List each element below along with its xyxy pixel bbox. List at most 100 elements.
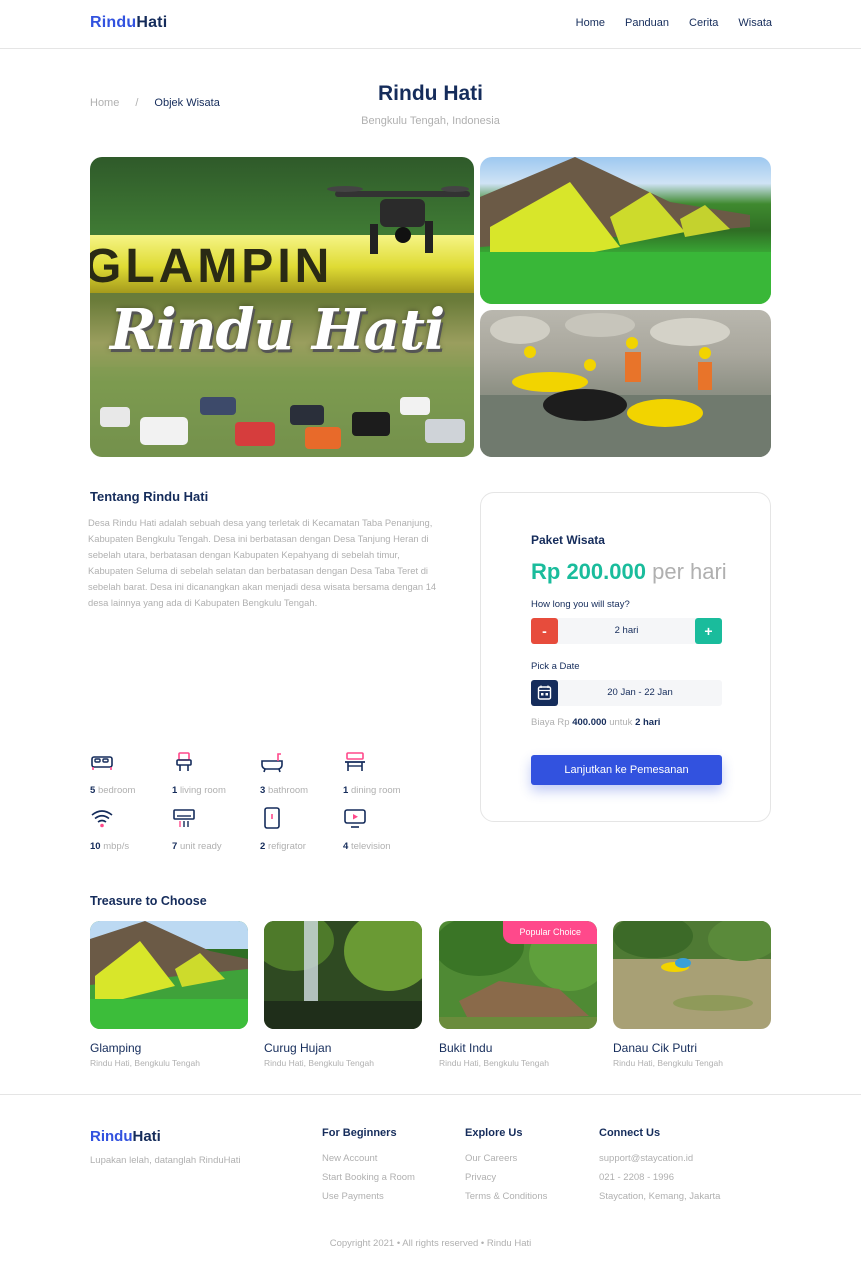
drone-graphic (327, 186, 470, 254)
date-picker[interactable]: 20 Jan - 22 Jan (531, 680, 722, 706)
nav-panduan[interactable]: Panduan (625, 17, 669, 29)
feature-count: 1 (343, 785, 349, 796)
feature-television: 4 television (343, 806, 433, 852)
treasure-name[interactable]: Danau Cik Putri (613, 1041, 771, 1055)
about-title: Tentang Rindu Hati (90, 489, 209, 504)
price-amount: Rp 200.000 (531, 559, 646, 584)
feature-bathroom: 3 bathroom (260, 750, 350, 796)
wifi-icon (91, 810, 113, 828)
treasure-section-title: Treasure to Choose (90, 894, 207, 908)
feature-count: 7 (172, 841, 178, 852)
treasure-card-bukit-indu[interactable]: Popular Choice Bukit Indu Rindu Hati, Be… (439, 921, 597, 1068)
feature-refrigerator: 2 refigrator (260, 806, 350, 852)
feature-ac: 7 unit ready (172, 806, 262, 852)
feature-count: 3 (260, 785, 266, 796)
waterfall-thumbnail (264, 921, 422, 1029)
feature-label: living room (179, 785, 226, 796)
calendar-glyph (537, 685, 552, 700)
calendar-icon[interactable] (531, 680, 558, 706)
booking-price: Rp 200.000 per hari (531, 559, 727, 585)
feature-count: 1 (172, 785, 178, 796)
duration-value[interactable]: 2 hari (558, 618, 695, 644)
tubing-river-image (480, 310, 771, 457)
feature-label: television (350, 841, 391, 852)
sofa-icon (176, 752, 192, 771)
continue-booking-button[interactable]: Lanjutkan ke Pemesanan (531, 755, 722, 785)
feature-count: 5 (90, 785, 96, 796)
glamping-banner-text: GLAMPIN (90, 240, 334, 293)
treasure-card-curug-hujan[interactable]: Curug Hujan Rindu Hati, Bengkulu Tengah (264, 921, 422, 1068)
glamping-thumbnail (90, 921, 248, 1029)
tubing-river-graphic (480, 313, 771, 457)
treasure-card-danau-cik-putri[interactable]: Danau Cik Putri Rindu Hati, Bengkulu Ten… (613, 921, 771, 1068)
feature-count: 2 (260, 841, 266, 852)
booking-title: Paket Wisata (531, 533, 605, 547)
nav-home[interactable]: Home (576, 17, 605, 29)
treasure-location: Rindu Hati, Bengkulu Tengah (613, 1058, 723, 1068)
treasure-name[interactable]: Glamping (90, 1041, 248, 1055)
treasure-card-glamping[interactable]: Glamping Rindu Hati, Bengkulu Tengah (90, 921, 248, 1068)
footer-heading: Explore Us (465, 1127, 523, 1139)
about-description: Desa Rindu Hati adalah sebuah desa yang … (88, 517, 437, 608)
feature-label: bathroom (267, 785, 309, 796)
footer-link-phone[interactable]: 021 - 2208 - 1996 (599, 1172, 720, 1183)
footer-tagline: Lupakan lelah, datanglah RinduHati (90, 1155, 241, 1166)
feature-label: refigrator (267, 841, 306, 852)
footer-link-use-payments[interactable]: Use Payments (322, 1191, 415, 1202)
bed-icon (91, 756, 113, 770)
nav-wisata[interactable]: Wisata (738, 17, 772, 29)
treasure-image[interactable]: Popular Choice (439, 921, 597, 1029)
footer-link-start-booking[interactable]: Start Booking a Room (322, 1172, 415, 1183)
footer-heading: For Beginners (322, 1127, 397, 1139)
feature-bedroom: 5 bedroom (90, 750, 180, 796)
treasure-image[interactable] (264, 921, 422, 1029)
lake-thumbnail (613, 921, 771, 1029)
feature-label: bedroom (97, 785, 136, 796)
date-range-value: 20 Jan - 22 Jan (607, 687, 673, 698)
parked-cars-graphic (90, 367, 474, 457)
footer-divider (0, 1094, 861, 1095)
cost-summary: Biaya Rp 400.000 untuk 2 hari (531, 717, 661, 728)
copyright-text: Copyright 2021 • All rights reserved • R… (329, 1238, 532, 1249)
footer-heading: Connect Us (599, 1127, 661, 1139)
popular-badge: Popular Choice (503, 921, 597, 944)
feature-living-room: 1 living room (172, 750, 262, 796)
feature-dining-room: 1 dining room (343, 750, 433, 796)
stay-duration-label: How long you will stay? (531, 599, 630, 610)
footer-link-new-account[interactable]: New Account (322, 1153, 415, 1164)
treasure-location: Rindu Hati, Bengkulu Tengah (439, 1058, 549, 1068)
footer-link-careers[interactable]: Our Careers (465, 1153, 547, 1164)
increase-button[interactable]: + (695, 618, 722, 644)
footer-link-address[interactable]: Staycation, Kemang, Jakarta (599, 1191, 720, 1202)
air-conditioner-icon (173, 809, 195, 827)
footer-link-privacy[interactable]: Privacy (465, 1172, 547, 1183)
footer-brand-logo[interactable]: RinduHati (90, 1128, 161, 1145)
duration-stepper: - 2 hari + (531, 618, 722, 644)
decrease-button[interactable]: - (531, 618, 558, 644)
top-navbar: RinduHati Home Panduan Cerita Wisata (0, 0, 861, 49)
page-location: Bengkulu Tengah, Indonesia (361, 115, 500, 127)
feature-label: unit ready (179, 841, 222, 852)
hero-script-title: Rindu Hati (110, 297, 445, 363)
nav-cerita[interactable]: Cerita (689, 17, 718, 29)
footer-col-beginners: For Beginners New Account Start Booking … (322, 1127, 415, 1210)
feature-label: dining room (350, 785, 401, 796)
footer-col-connect: Connect Us support@staycation.id 021 - 2… (599, 1127, 720, 1210)
feature-wifi: 10 mbp/s (90, 806, 180, 852)
hero-image-glamping: GLAMPIN Rindu Hati (90, 157, 474, 457)
brand-logo[interactable]: RinduHati (90, 14, 167, 32)
feature-count: 10 (90, 841, 101, 852)
footer-link-email[interactable]: support@staycation.id (599, 1153, 720, 1164)
dining-table-icon (345, 752, 365, 771)
footer-link-terms[interactable]: Terms & Conditions (465, 1191, 547, 1202)
treasure-name[interactable]: Curug Hujan (264, 1041, 422, 1055)
treasure-image[interactable] (90, 921, 248, 1029)
feature-label: mbp/s (103, 841, 130, 852)
treasure-name[interactable]: Bukit Indu (439, 1041, 597, 1055)
television-icon (344, 809, 366, 828)
feature-count: 4 (343, 841, 349, 852)
price-unit: per hari (652, 559, 727, 584)
treasure-image[interactable] (613, 921, 771, 1029)
bathtub-icon (261, 753, 283, 773)
booking-card: Paket Wisata Rp 200.000 per hari How lon… (480, 492, 771, 822)
